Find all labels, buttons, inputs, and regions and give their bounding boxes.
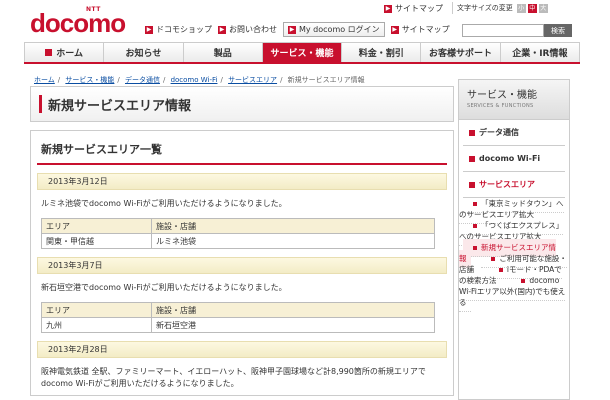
square-bullet-icon	[473, 246, 477, 250]
square-bullet-icon	[469, 155, 475, 162]
table-header-facility: 施設・店舗	[151, 218, 435, 234]
font-size-small-button[interactable]: 小	[516, 3, 526, 13]
notice-item: 2013年3月12日 ルミネ池袋でdocomo Wi-Fiがご利用いただけるよう…	[37, 173, 447, 249]
gnav-pricing[interactable]: 料金・割引	[342, 43, 422, 62]
site-header: NTT docomo ▶ サイトマップ 文字サイズの変更 小 中 大 ▶ ドコモシ…	[0, 0, 610, 40]
arrow-icon: ▶	[145, 25, 153, 34]
main-content: 新規サービスエリア情報 新規サービスエリア一覧 2013年3月12日 ルミネ池袋…	[30, 86, 454, 400]
table-cell-area: 九州	[41, 317, 152, 333]
table-header-facility: 施設・店舗	[151, 302, 435, 318]
arrow-icon: ▶	[390, 25, 399, 34]
square-bullet-icon	[469, 129, 475, 136]
global-nav: ホーム お知らせ 製品 サービス・機能 料金・割引 お客様サポート 企業・IR情…	[24, 42, 580, 64]
docomo-logo[interactable]: NTT docomo	[30, 6, 140, 38]
docomo-shop-link[interactable]: ▶ ドコモショップ	[145, 22, 212, 37]
sitemap-link[interactable]: ▶ サイトマップ	[390, 22, 450, 37]
notice-date: 2013年3月7日	[37, 257, 447, 274]
breadcrumb-wifi[interactable]: docomo Wi-Fi	[171, 76, 218, 84]
table-cell-facility: 新石垣空港	[151, 317, 435, 333]
logo-wordmark: docomo	[30, 8, 126, 38]
side-nav-header: サービス・機能 SERVICES & FUNCTIONS	[459, 80, 569, 120]
arrow-icon: ▶	[288, 25, 296, 34]
square-bullet-icon	[521, 279, 526, 283]
table-row: 関東・甲信越 ルミネ池袋	[41, 233, 435, 249]
breadcrumb: ホーム / サービス・機能 / データ通信 / docomo Wi-Fi / サービスエ…	[34, 76, 365, 84]
table-header-area: エリア	[41, 218, 152, 234]
notice-text: 阪神電気鉄道 全駅、ファミリーマート、イエローハット、阪神甲子園球場など計8,9…	[41, 367, 426, 388]
title-accent-bar	[39, 95, 42, 113]
font-size-switcher: 文字サイズの変更 小 中 大	[452, 2, 572, 14]
breadcrumb-area[interactable]: サービスエリア	[228, 76, 277, 84]
breadcrumb-current: 新規サービスエリア情報	[287, 76, 365, 84]
square-bullet-icon	[473, 224, 477, 228]
my-docomo-login-button[interactable]: ▶ My docomo ログイン	[283, 22, 385, 37]
area-table: エリア 施設・店舗 九州 新石垣空港	[41, 302, 435, 333]
notice-text: 新石垣空港でdocomo Wi-Fiがご利用いただけるようになりました。	[41, 283, 287, 292]
square-bullet-icon	[498, 268, 503, 272]
table-header-area: エリア	[41, 302, 152, 318]
area-table: エリア 施設・店舗 関東・甲信越 ルミネ池袋	[41, 218, 435, 249]
utility-links: ▶ ドコモショップ ▶ お問い合わせ ▶ My docomo ログイン ▶ サイトマップ	[145, 22, 450, 37]
page-title: 新規サービスエリア情報	[48, 98, 192, 114]
side-item-wifi[interactable]: docomo Wi-Fi	[463, 146, 565, 172]
font-size-large-button[interactable]: 大	[538, 3, 548, 13]
gnav-corporate[interactable]: 企業・IR情報	[501, 43, 580, 62]
font-size-medium-button[interactable]: 中	[527, 3, 537, 13]
table-header-row: エリア 施設・店舗	[41, 218, 435, 234]
side-nav: サービス・機能 SERVICES & FUNCTIONS データ通信 docom…	[458, 79, 570, 400]
gnav-support[interactable]: お客様サポート	[421, 43, 501, 62]
gnav-home[interactable]: ホーム	[24, 43, 105, 62]
arrow-icon: ▶	[384, 4, 392, 13]
notice-date: 2013年3月12日	[37, 173, 447, 190]
table-cell-area: 関東・甲信越	[41, 233, 152, 249]
font-size-label: 文字サイズの変更	[457, 4, 513, 12]
notice-item: 2013年3月7日 新石垣空港でdocomo Wi-Fiがご利用いただけるように…	[37, 257, 447, 333]
breadcrumb-services[interactable]: サービス・機能	[65, 76, 114, 84]
page-title-box: 新規サービスエリア情報	[30, 86, 454, 122]
gnav-news[interactable]: お知らせ	[104, 43, 184, 62]
sitemap-top-link[interactable]: ▶ サイトマップ	[384, 3, 443, 14]
notice-item: 2013年2月28日 阪神電気鉄道 全駅、ファミリーマート、イエローハット、阪神…	[37, 341, 447, 395]
site-search: 検索	[462, 24, 572, 37]
breadcrumb-data[interactable]: データ通信	[125, 76, 160, 84]
gnav-products[interactable]: 製品	[184, 43, 263, 62]
search-input[interactable]	[462, 24, 544, 37]
area-list-section: 新規サービスエリア一覧 2013年3月12日 ルミネ池袋でdocomo Wi-F…	[30, 130, 454, 396]
notice-date: 2013年2月28日	[37, 341, 447, 358]
gnav-services[interactable]: サービス・機能	[262, 43, 343, 62]
section-title: 新規サービスエリア一覧	[37, 131, 447, 165]
arrow-icon: ▶	[218, 25, 226, 34]
side-nav-title: サービス・機能	[467, 90, 537, 101]
side-nav-subtitle: SERVICES & FUNCTIONS	[467, 103, 534, 109]
notice-text: ルミネ池袋でdocomo Wi-Fiがご利用いただけるようになりました。	[41, 199, 287, 208]
breadcrumb-home[interactable]: ホーム	[34, 76, 55, 84]
square-bullet-icon	[45, 49, 53, 56]
square-bullet-icon	[473, 202, 477, 206]
search-button[interactable]: 検索	[544, 24, 572, 37]
square-bullet-icon	[469, 181, 475, 188]
table-cell-facility: ルミネ池袋	[151, 233, 435, 249]
sitemap-top-label: サイトマップ	[395, 4, 443, 13]
contact-link[interactable]: ▶ お問い合わせ	[218, 22, 277, 37]
table-header-row: エリア 施設・店舗	[41, 302, 435, 318]
side-item-data[interactable]: データ通信	[463, 120, 565, 146]
table-row: 九州 新石垣空港	[41, 317, 435, 333]
